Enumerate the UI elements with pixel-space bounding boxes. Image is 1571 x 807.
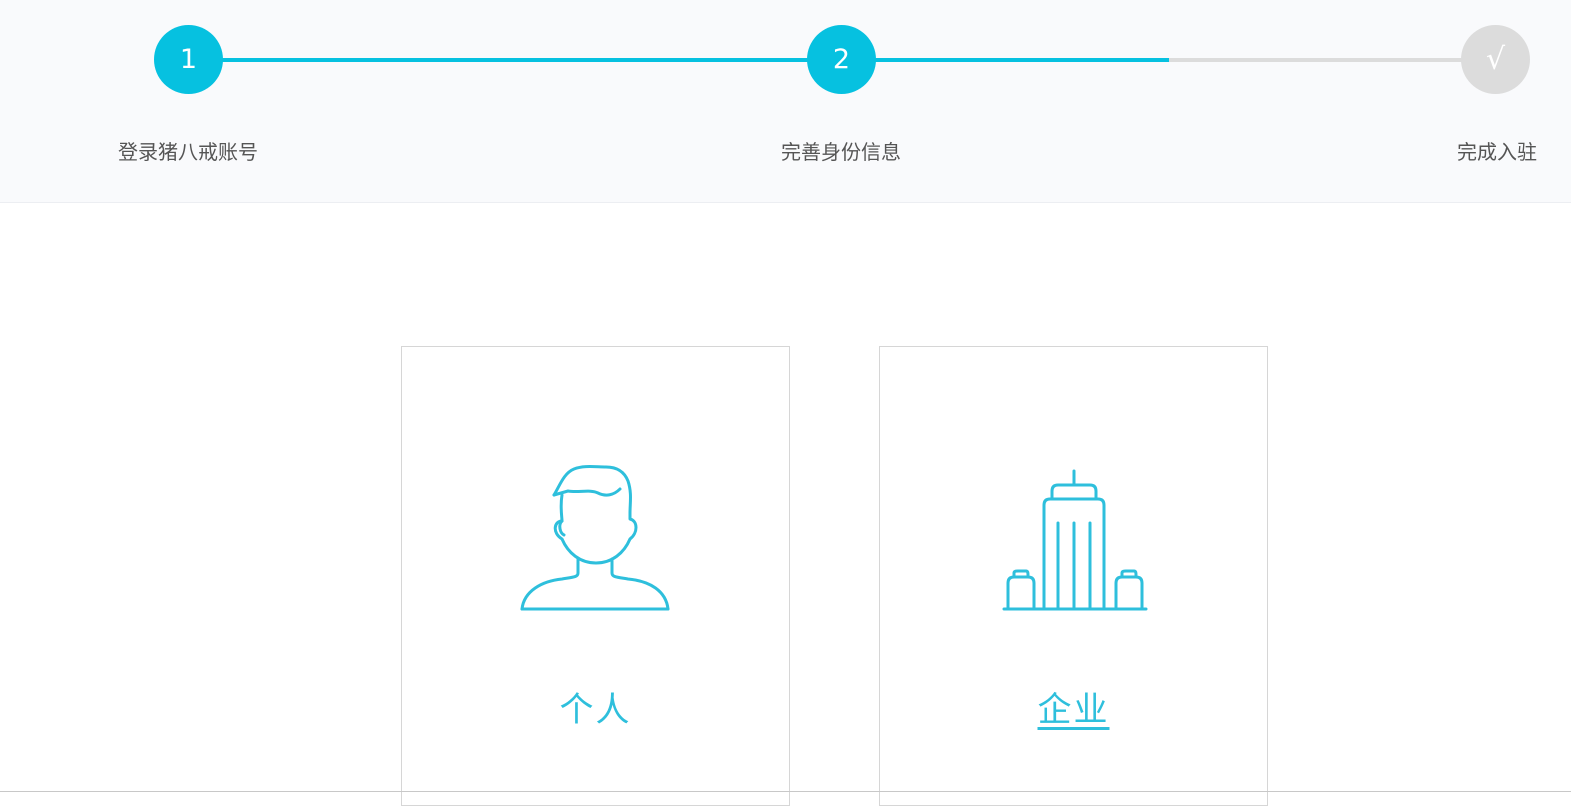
personal-card-label: 个人 <box>559 690 632 730</box>
step-1-label: 登录猪八戒账号 <box>118 140 258 164</box>
building-icon <box>1002 469 1148 611</box>
step-2-label: 完善身份信息 <box>781 140 901 164</box>
person-icon <box>520 465 670 611</box>
step-1-marker: 1 <box>154 25 223 94</box>
progress-track-completed <box>188 58 1169 62</box>
enterprise-card-label: 企业 <box>1037 690 1110 730</box>
step-3-check-icon: √ <box>1461 25 1530 94</box>
progress-steps: 1 2 √ 登录猪八戒账号 完善身份信息 完成入驻 <box>0 0 1571 203</box>
step-3-label: 完成入驻 <box>1457 140 1537 164</box>
divider <box>0 791 1571 792</box>
enterprise-card[interactable] <box>879 346 1268 806</box>
progress-track-remaining <box>1169 58 1496 62</box>
personal-card[interactable] <box>401 346 790 806</box>
step-2-marker: 2 <box>807 25 876 94</box>
